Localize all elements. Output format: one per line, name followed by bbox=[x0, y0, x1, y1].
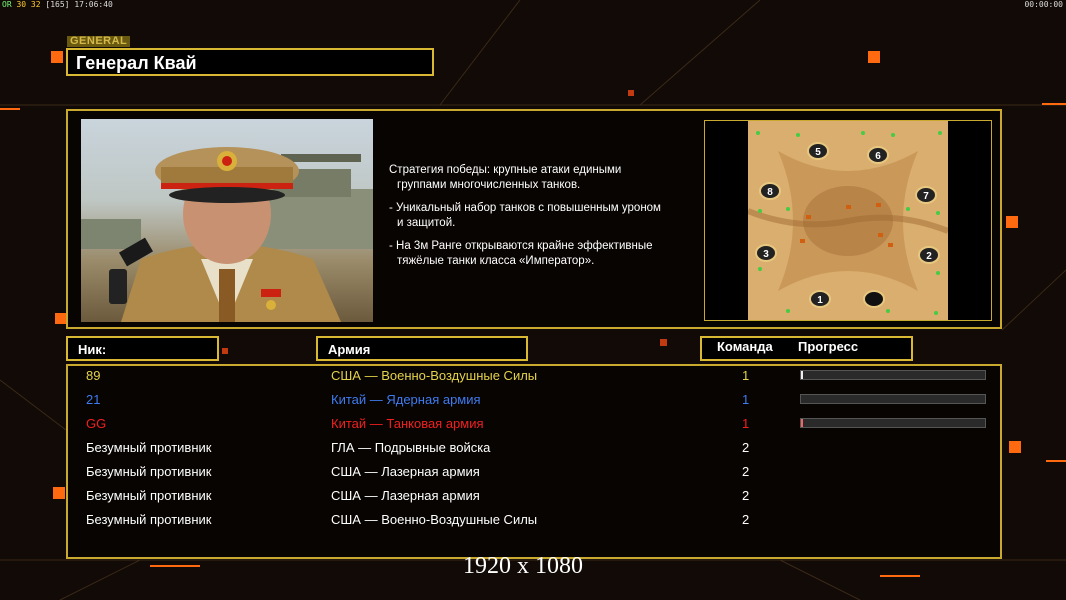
column-header-progress: Прогресс bbox=[798, 339, 859, 354]
player-progress-bar bbox=[800, 394, 986, 404]
player-army: США — Военно-Воздушные Силы bbox=[331, 368, 538, 383]
player-nick: Безумный противник bbox=[86, 440, 212, 455]
player-nick: Безумный противник bbox=[86, 464, 212, 479]
map-start-position-label: 5 bbox=[815, 147, 821, 158]
strategy-description: Стратегия победы: крупные атаки едиными … bbox=[389, 163, 699, 277]
column-header-team: Команда bbox=[717, 339, 773, 354]
player-row[interactable]: GG Китай — Танковая армия 1 bbox=[68, 416, 998, 436]
map-start-position-label: 6 bbox=[875, 151, 881, 162]
fps-label: ОR bbox=[2, 0, 12, 9]
player-nick: Безумный противник bbox=[86, 488, 212, 503]
player-team: 1 bbox=[742, 368, 750, 383]
strategy-line-3b: тяжёлые танки класса «Император». bbox=[397, 255, 595, 267]
strategy-line-3a: - На 3м Ранге открываются крайне эффекти… bbox=[389, 240, 653, 252]
clock: 17:06:40 bbox=[74, 0, 113, 9]
map-image: 5 6 8 7 3 2 1 bbox=[748, 121, 948, 320]
map-start-position-6[interactable]: 6 bbox=[867, 146, 889, 164]
general-name: Генерал Квай bbox=[76, 53, 197, 73]
player-army: Китай — Танковая армия bbox=[331, 416, 484, 431]
player-row[interactable]: 21 Китай — Ядерная армия 1 bbox=[68, 392, 998, 412]
player-nick: 21 bbox=[86, 392, 101, 407]
map-start-position-label: 8 bbox=[767, 187, 773, 198]
strategy-line-1: Стратегия победы: крупные атаки едиными … bbox=[389, 163, 699, 193]
player-team: 2 bbox=[742, 488, 750, 503]
map-start-position-3[interactable]: 3 bbox=[755, 244, 777, 262]
general-tag: GENERAL bbox=[67, 36, 131, 47]
player-team: 2 bbox=[742, 464, 750, 479]
player-progress-fill bbox=[801, 371, 803, 379]
player-row[interactable]: Безумный противник США — Лазерная армия 2 bbox=[68, 488, 998, 508]
player-progress-bar bbox=[800, 370, 986, 380]
map-start-position-label: 1 bbox=[817, 295, 823, 306]
fps-values: 30 32 bbox=[16, 0, 41, 9]
player-nick: Безумный противник bbox=[86, 512, 212, 527]
map-start-position-label: 7 bbox=[923, 191, 929, 202]
player-row[interactable]: Безумный противник США — Лазерная армия 2 bbox=[68, 464, 998, 484]
player-army: ГЛА — Подрывные войска bbox=[331, 440, 491, 455]
player-nick: GG bbox=[86, 416, 107, 431]
column-header-nick: Ник: bbox=[66, 336, 219, 361]
map-start-position-empty[interactable] bbox=[863, 290, 885, 308]
player-team: 1 bbox=[742, 416, 750, 431]
column-header-army: Армия bbox=[316, 336, 528, 361]
player-row[interactable]: 89 США — Военно-Воздушные Силы 1 bbox=[68, 368, 998, 388]
player-army: США — Лазерная армия bbox=[331, 464, 480, 479]
map-start-position-label: 3 bbox=[763, 249, 769, 260]
player-team: 2 bbox=[742, 512, 750, 527]
strategy-line-1a: Стратегия победы: крупные атаки едиными bbox=[389, 164, 622, 176]
fps-extra: [165] bbox=[45, 0, 70, 9]
map-preview[interactable]: 5 6 8 7 3 2 1 bbox=[704, 120, 992, 321]
player-army: США — Лазерная армия bbox=[331, 488, 480, 503]
general-portrait bbox=[81, 119, 373, 322]
player-team: 1 bbox=[742, 392, 750, 407]
players-list: 89 США — Военно-Воздушные Силы 1 21 Китай — … bbox=[66, 364, 1002, 559]
strategy-line-3: - На 3м Ранге открываются крайне эффекти… bbox=[389, 239, 699, 269]
player-army: Китай — Ядерная армия bbox=[331, 392, 481, 407]
player-nick: 89 bbox=[86, 368, 101, 383]
general-title-box: Генерал Квай bbox=[66, 48, 434, 76]
map-start-position-2[interactable]: 2 bbox=[918, 246, 940, 264]
strategy-line-2b: и защитой. bbox=[397, 217, 456, 229]
general-info-panel: Стратегия победы: крупные атаки едиными … bbox=[66, 109, 1002, 329]
game-timer: 00:00:00 bbox=[1024, 0, 1063, 9]
resolution-label: 1920 x 1080 bbox=[463, 553, 583, 579]
fps-counter: ОR 30 32 [165] 17:06:40 bbox=[2, 0, 113, 9]
player-progress-bar bbox=[800, 418, 986, 428]
strategy-line-2a: - Уникальный набор танков с повышенным у… bbox=[389, 202, 661, 214]
strategy-line-1b: группами многочисленных танков. bbox=[397, 179, 581, 191]
map-terrain: 5 6 8 7 3 2 1 bbox=[748, 121, 948, 320]
strategy-line-2: - Уникальный набор танков с повышенным у… bbox=[389, 201, 699, 231]
map-start-position-label: 2 bbox=[926, 251, 932, 262]
map-start-position-5[interactable]: 5 bbox=[807, 142, 829, 160]
player-team: 2 bbox=[742, 440, 750, 455]
map-start-position-8[interactable]: 8 bbox=[759, 182, 781, 200]
player-progress-fill bbox=[801, 419, 803, 427]
map-start-position-7[interactable]: 7 bbox=[915, 186, 937, 204]
player-army: США — Военно-Воздушные Силы bbox=[331, 512, 538, 527]
map-start-position-1[interactable]: 1 bbox=[809, 290, 831, 308]
portrait-illustration bbox=[81, 147, 373, 322]
player-row[interactable]: Безумный противник США — Военно-Воздушные… bbox=[68, 512, 998, 532]
player-row[interactable]: Безумный противник ГЛА — Подрывные войска… bbox=[68, 440, 998, 460]
